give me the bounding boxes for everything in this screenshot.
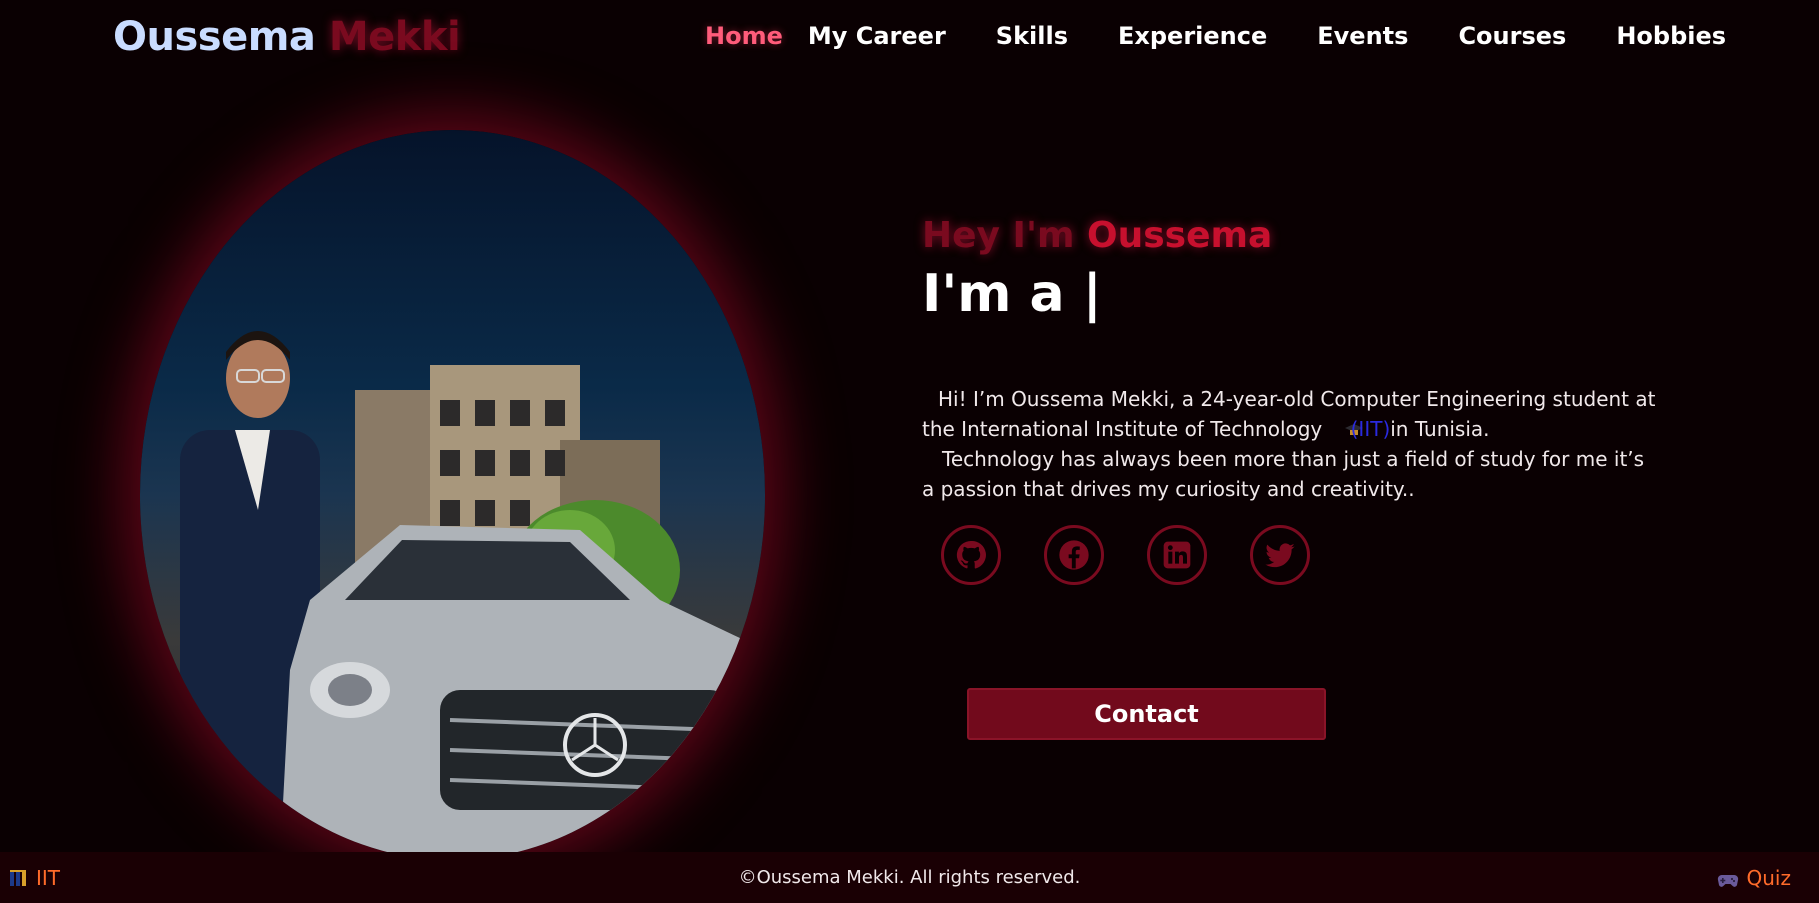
copyright-text: ©Oussema Mekki. All rights reserved. <box>738 867 1081 888</box>
hero-role-typing: I'm a | <box>922 264 1102 324</box>
footer-quiz-label: Quiz <box>1746 866 1791 890</box>
profile-photo-illustration <box>180 331 765 860</box>
nav-my-career[interactable]: My Career <box>808 22 946 50</box>
twitter-icon <box>1265 543 1295 568</box>
site-logo[interactable]: Oussema Mekki <box>113 14 461 60</box>
github-icon <box>956 540 986 569</box>
greeting-prefix: Hey I'm <box>922 215 1088 256</box>
nav-courses[interactable]: Courses <box>1458 22 1566 50</box>
bio-line-2: Technology has always been more than jus… <box>922 447 1645 501</box>
bio-paragraph-1: Hi! I’m Oussema Mekki, a 24-year-old Com… <box>922 384 1662 444</box>
bio-line-1: Hi! I’m Oussema Mekki, a 24-year-old Com… <box>922 387 1656 441</box>
bio-line-1-end: in Tunisia. <box>1390 417 1490 441</box>
hero-greeting: Hey I'm Oussema <box>922 215 1672 256</box>
nav-experience[interactable]: Experience <box>1118 22 1267 50</box>
twitter-link[interactable] <box>1250 525 1310 585</box>
logo-last-name: Mekki <box>328 14 461 60</box>
profile-photo <box>140 130 765 860</box>
linkedin-icon <box>1163 541 1191 569</box>
hero-text: Hey I'm Oussema I'm a | <box>922 215 1672 324</box>
linkedin-link[interactable] <box>1147 525 1207 585</box>
bio-iit-link[interactable]: (IIT) <box>1351 417 1391 441</box>
graduation-cap-icon <box>1329 416 1363 435</box>
github-link[interactable] <box>941 525 1001 585</box>
nav-hobbies[interactable]: Hobbies <box>1616 22 1726 50</box>
hero-bio: Hi! I’m Oussema Mekki, a 24-year-old Com… <box>922 384 1662 504</box>
nav-home[interactable]: Home <box>705 22 783 50</box>
nav-skills[interactable]: Skills <box>996 22 1068 50</box>
gamepad-icon <box>1717 870 1739 887</box>
bio-paragraph-2: Technology has always been more than jus… <box>922 444 1662 504</box>
greeting-name: Oussema <box>1087 215 1273 256</box>
footer-quiz-link[interactable]: Quiz <box>1717 866 1791 890</box>
main-nav: Home My Career Skills Experience Events … <box>705 22 1726 50</box>
logo-first-name: Oussema <box>113 14 316 60</box>
facebook-icon <box>1059 540 1089 570</box>
site-footer: IIT ©Oussema Mekki. All rights reserved.… <box>0 852 1819 903</box>
facebook-link[interactable] <box>1044 525 1104 585</box>
social-links <box>941 525 1310 585</box>
site-header: Oussema Mekki Home My Career Skills Expe… <box>0 0 1819 80</box>
nav-events[interactable]: Events <box>1317 22 1408 50</box>
contact-button[interactable]: Contact <box>967 688 1326 740</box>
